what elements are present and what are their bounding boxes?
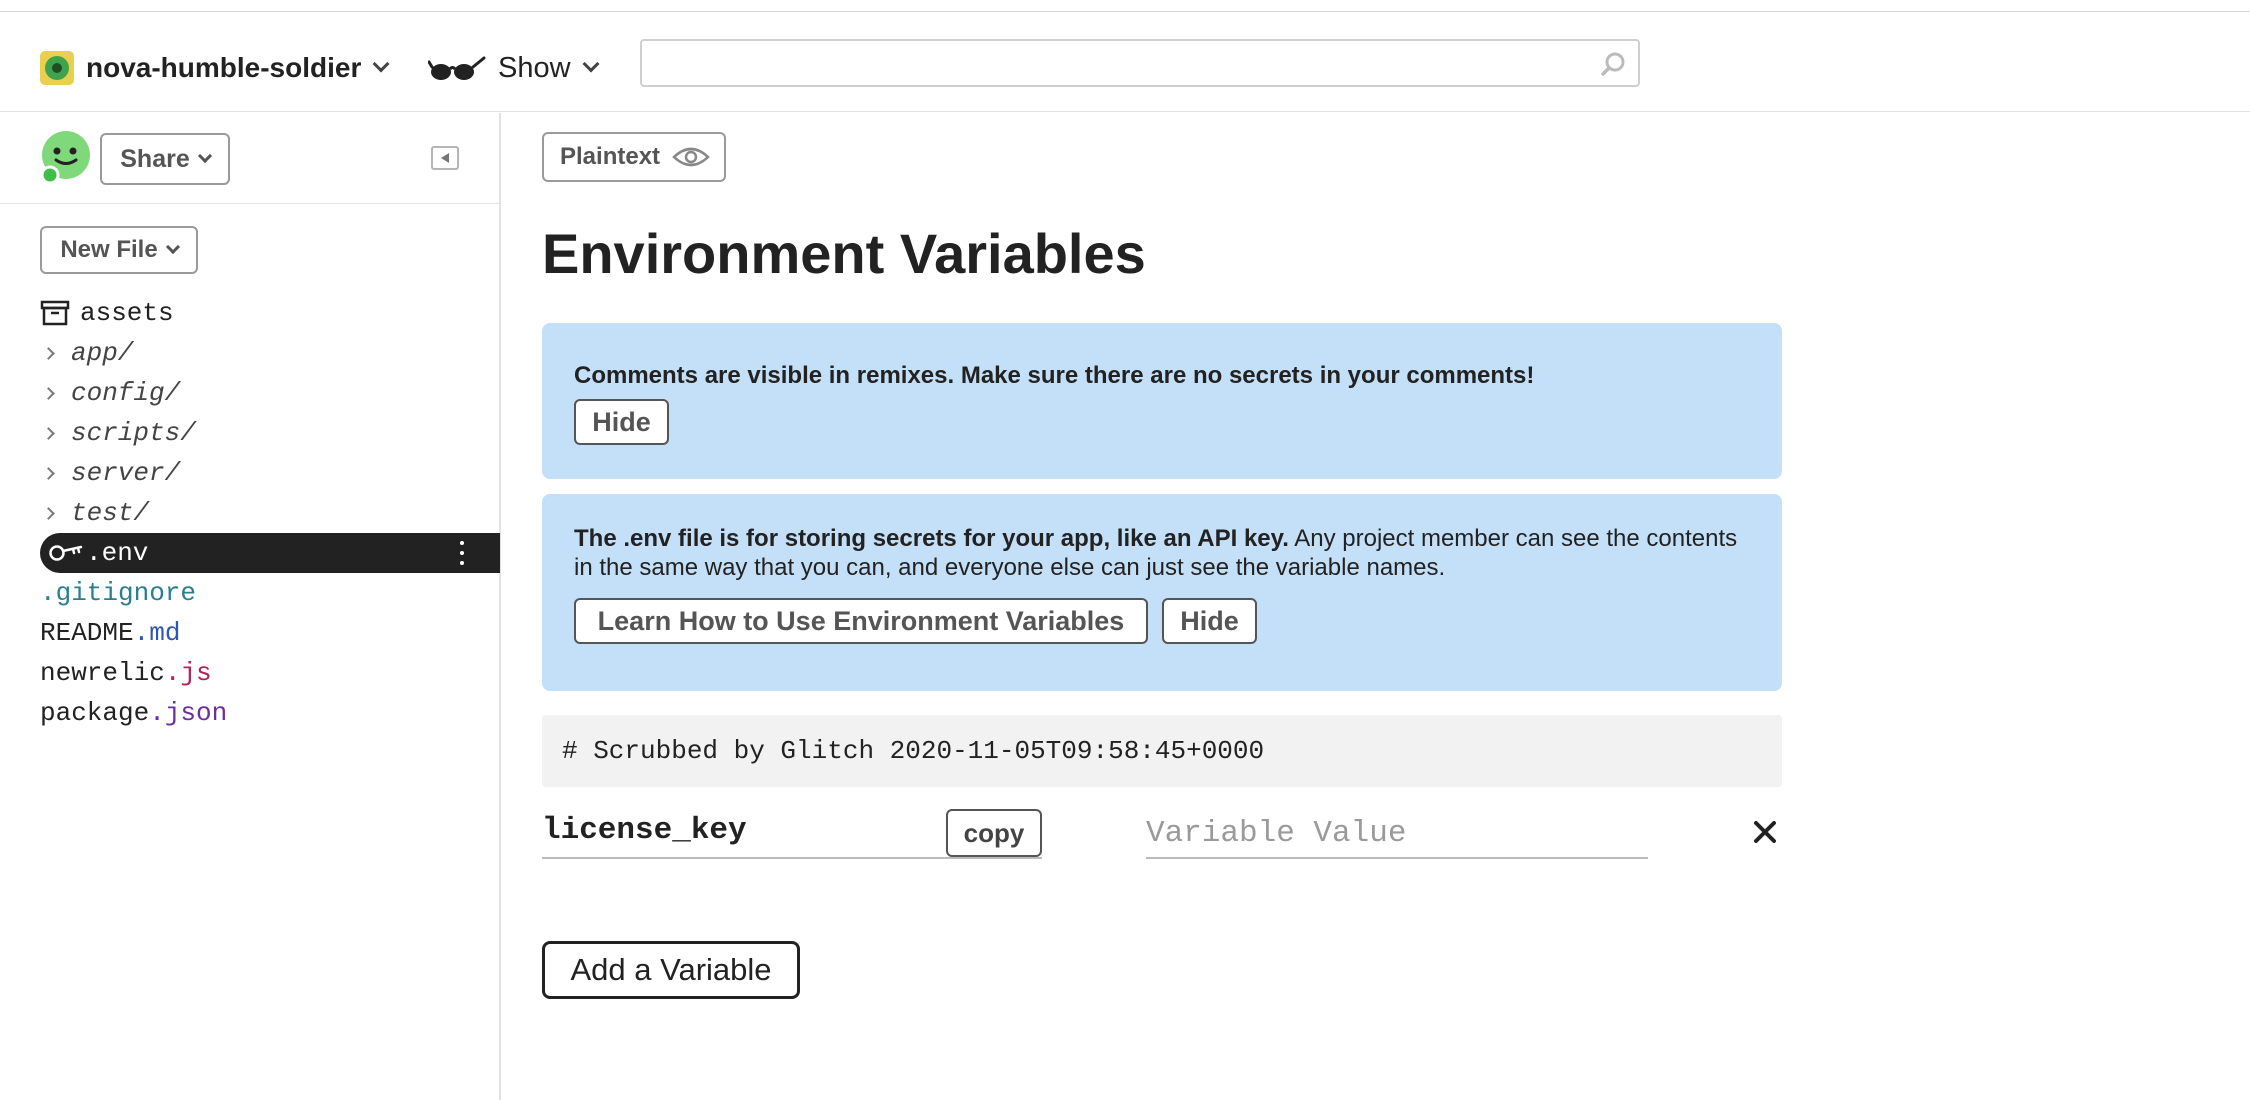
tree-item-folder-scripts[interactable]: scripts/: [40, 413, 196, 453]
close-icon[interactable]: [1752, 819, 1778, 845]
page-title: Environment Variables: [542, 222, 1146, 285]
add-variable-button[interactable]: Add a Variable: [542, 941, 800, 999]
tree-item-label: app/: [71, 338, 134, 368]
project-name: nova-humble-soldier: [86, 52, 362, 83]
tree-item-folder-test[interactable]: test/: [40, 493, 149, 533]
chevron-down-icon: [582, 55, 600, 73]
env-notice-text: The .env file is for storing secrets for…: [574, 524, 1754, 582]
env-comment-line[interactable]: # Scrubbed by Glitch 2020-11-05T09:58:45…: [542, 715, 1782, 787]
chevron-right-icon: [42, 386, 55, 400]
share-button[interactable]: Share: [100, 133, 230, 185]
tree-item-package[interactable]: package .json: [40, 693, 227, 733]
hide-env-notice-button[interactable]: Hide: [1162, 598, 1257, 644]
more-options-icon[interactable]: [460, 541, 464, 565]
hide-comments-notice-button[interactable]: Hide: [574, 399, 669, 445]
chevron-down-icon: [197, 148, 212, 164]
chevron-right-icon: [42, 506, 55, 520]
sidebar-top: Share: [0, 113, 499, 204]
tree-item-label: assets: [80, 298, 174, 328]
file-extension: .md: [133, 618, 181, 648]
tree-item-readme[interactable]: README .md: [40, 613, 180, 653]
file-extension: .js: [164, 658, 212, 688]
project-avatar-icon: [40, 51, 74, 85]
learn-env-variables-button[interactable]: Learn How to Use Environment Variables: [574, 598, 1148, 644]
show-label: Show: [498, 51, 571, 84]
copy-key-button[interactable]: copy: [946, 809, 1042, 857]
chevron-right-icon: [42, 466, 55, 480]
user-avatar[interactable]: [40, 131, 92, 183]
new-file-label: New File: [60, 236, 158, 263]
share-button-label: Share: [120, 144, 190, 173]
chevron-down-icon: [165, 239, 180, 255]
variable-value-input[interactable]: [1146, 809, 1648, 859]
new-file-button[interactable]: New File: [40, 226, 198, 274]
show-menu[interactable]: Show: [428, 48, 600, 88]
tree-item-env[interactable]: .env: [40, 533, 500, 573]
env-notice: The .env file is for storing secrets for…: [542, 494, 1782, 691]
chevron-down-icon: [372, 55, 390, 73]
tree-item-folder-server[interactable]: server/: [40, 453, 180, 493]
comments-notice-text: Comments are visible in remixes. Make su…: [574, 362, 1535, 389]
comments-notice: Comments are visible in remixes. Make su…: [542, 323, 1782, 479]
eye-icon: [672, 147, 710, 167]
file-base-name: package: [40, 698, 150, 728]
glasses-icon: [428, 56, 486, 80]
tree-item-label: .env: [86, 538, 149, 568]
tree-item-label: .gitignore: [40, 578, 197, 608]
sidebar: Share New File assets app/ config/ scrip…: [0, 113, 501, 1100]
search-icon[interactable]: [1600, 51, 1626, 77]
tree-item-label: config/: [71, 378, 181, 408]
tree-item-gitignore[interactable]: .gitignore: [40, 573, 196, 613]
plaintext-label: Plaintext: [560, 143, 661, 170]
browser-top-strip: [0, 0, 2250, 12]
header: nova-humble-soldier Show: [0, 12, 2250, 112]
chevron-right-icon: [42, 346, 55, 360]
search-box: [640, 39, 1640, 87]
collapse-left-icon: [441, 153, 449, 163]
tree-item-assets[interactable]: assets: [40, 293, 174, 333]
key-icon: [49, 545, 83, 561]
collapse-sidebar-button[interactable]: [431, 146, 459, 170]
tree-item-newrelic[interactable]: newrelic .js: [40, 653, 212, 693]
tree-item-folder-config[interactable]: config/: [40, 373, 180, 413]
tree-item-label: scripts/: [71, 418, 196, 448]
plaintext-toggle-button[interactable]: Plaintext: [542, 132, 726, 182]
file-base-name: README: [40, 618, 134, 648]
file-base-name: newrelic: [40, 658, 165, 688]
search-input[interactable]: [642, 41, 1582, 85]
variable-row: license_key copy: [542, 809, 1782, 879]
project-menu[interactable]: nova-humble-soldier: [40, 48, 390, 88]
tree-item-folder-app[interactable]: app/: [40, 333, 133, 373]
chevron-right-icon: [42, 426, 55, 440]
archive-box-icon: [40, 300, 70, 326]
tree-item-label: server/: [71, 458, 181, 488]
tree-item-label: test/: [71, 498, 150, 528]
file-extension: .json: [149, 698, 228, 728]
env-notice-bold-text: The .env file is for storing secrets for…: [574, 525, 1289, 552]
